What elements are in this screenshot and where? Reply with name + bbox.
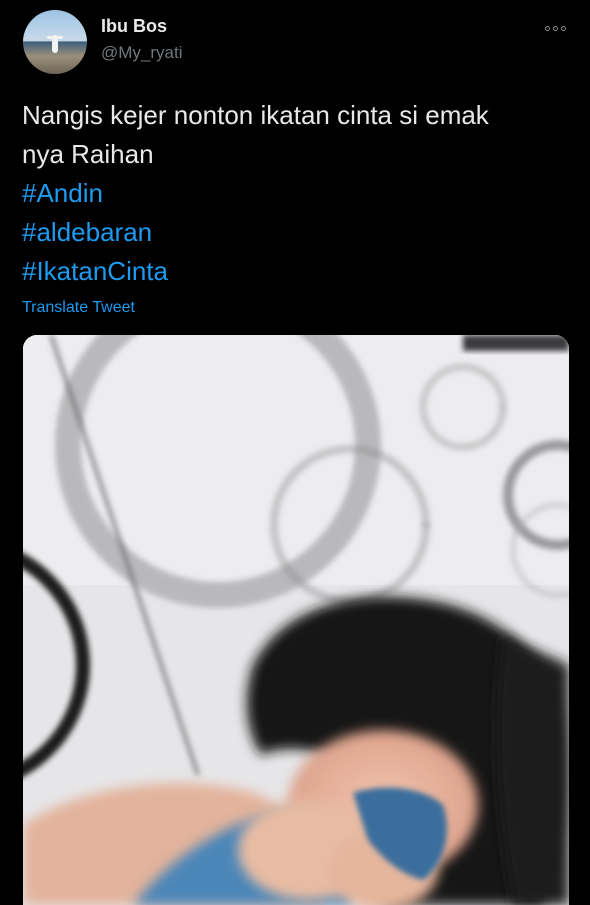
tweet-header: Ibu Bos @My_ryati [0,0,590,90]
hashtag-link[interactable]: #aldebaran [22,213,574,252]
tweet-text-line: Nangis kejer nonton ikatan cinta si emak [22,100,489,130]
more-dot-icon [560,25,566,31]
tweet-text-line: nya Raihan [22,139,154,169]
author-avatar[interactable] [23,10,87,74]
more-dot-icon [552,25,558,31]
author-display-name[interactable]: Ibu Bos [101,16,167,37]
avatar-figure-arm [47,36,63,39]
hashtag-link[interactable]: #IkatanCinta [22,252,574,291]
hashtag-link[interactable]: #Andin [22,174,574,213]
author-handle[interactable]: @My_ryati [101,43,183,63]
tweet-media[interactable] [23,335,569,905]
more-options-button[interactable] [540,18,570,38]
translate-tweet-link[interactable]: Translate Tweet [22,299,135,317]
more-dot-icon [544,25,550,31]
tweet-text: Nangis kejer nonton ikatan cinta si emak… [22,96,574,291]
media-image [23,335,569,905]
